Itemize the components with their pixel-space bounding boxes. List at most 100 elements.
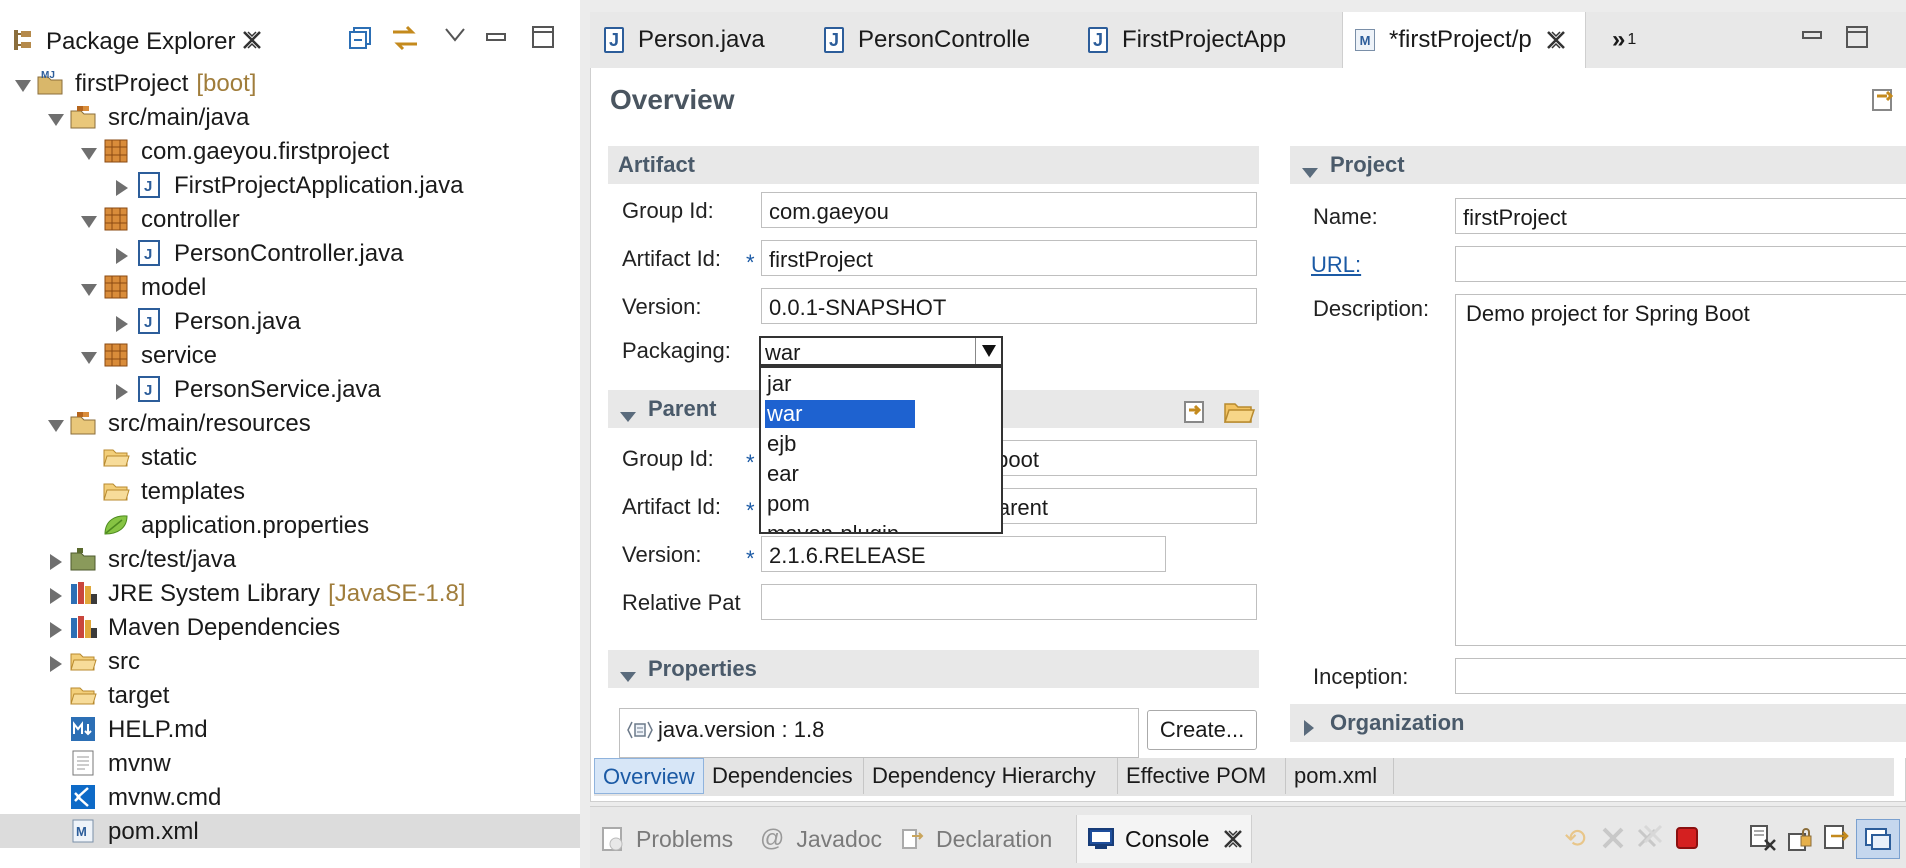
collapsed-twisty-icon[interactable]	[113, 312, 131, 332]
page-tab-overview[interactable]: Overview	[594, 758, 704, 794]
editor-tab-person[interactable]: J Person.java	[596, 12, 816, 68]
link-icon[interactable]: ⟲	[1560, 823, 1590, 853]
packaging-select[interactable]: war	[759, 336, 1003, 366]
project-description-textarea[interactable]: Demo project for Spring Boot	[1455, 294, 1906, 646]
packaging-option[interactable]: pom	[765, 490, 810, 518]
close-icon[interactable]	[240, 28, 264, 52]
view-menu-icon[interactable]	[444, 26, 466, 44]
artifact-version-input[interactable]: 0.0.1-SNAPSHOT	[761, 288, 1257, 324]
remove-launch-icon[interactable]	[1598, 823, 1628, 853]
tree-item[interactable]: J PersonController.java	[0, 236, 580, 270]
collapsed-twisty-icon[interactable]	[113, 380, 131, 400]
tree-item[interactable]: model	[0, 270, 580, 304]
tree-item[interactable]: service	[0, 338, 580, 372]
expanded-twisty-icon[interactable]	[14, 74, 32, 92]
tree-item[interactable]: static	[0, 440, 580, 474]
tree-item[interactable]: src	[0, 644, 580, 678]
page-tab-dependency-hierarchy[interactable]: Dependency Hierarchy	[864, 758, 1118, 794]
organization-section-header[interactable]: Organization	[1290, 704, 1906, 742]
link-with-editor-icon[interactable]	[390, 24, 420, 54]
minimize-icon[interactable]	[1802, 28, 1822, 39]
editor-overflow-button[interactable]: » 1	[1612, 12, 1672, 68]
page-tab-pom-xml[interactable]: pom.xml	[1286, 758, 1394, 794]
expanded-twisty-icon[interactable]	[80, 142, 98, 160]
collapsed-twisty-icon[interactable]	[1304, 716, 1316, 736]
tree-item[interactable]: application.properties	[0, 508, 580, 542]
tree-item[interactable]: com.gaeyou.firstproject	[0, 134, 580, 168]
expanded-twisty-icon[interactable]	[80, 210, 98, 228]
package-explorer-tab[interactable]: Package Explorer	[0, 12, 276, 68]
tree-item[interactable]: mvnw	[0, 746, 580, 780]
packaging-option[interactable]: maven-plugin	[765, 520, 899, 532]
tree-item[interactable]: templates	[0, 474, 580, 508]
collapsed-twisty-icon[interactable]	[47, 550, 65, 570]
tree-item[interactable]: JRE System Library [JavaSE-1.8]	[0, 576, 580, 610]
tree-item[interactable]: MJ firstProject [boot]	[0, 66, 580, 100]
artifact-group-id-input[interactable]: com.gaeyou	[761, 192, 1257, 228]
tree-item[interactable]: src/main/resources	[0, 406, 580, 440]
tree-item[interactable]: J FirstProjectApplication.java	[0, 168, 580, 202]
packaging-option-selected[interactable]: war	[765, 400, 915, 428]
select-parent-icon[interactable]	[1179, 396, 1209, 426]
artifact-id-input[interactable]: firstProject	[761, 240, 1257, 276]
expanded-twisty-icon[interactable]	[47, 414, 65, 432]
property-item[interactable]: java.version : 1.8	[626, 715, 824, 745]
collapsed-twisty-icon[interactable]	[113, 244, 131, 264]
tree-item[interactable]: src/test/java	[0, 542, 580, 576]
expanded-twisty-icon[interactable]	[620, 404, 636, 422]
clear-console-icon[interactable]	[1748, 823, 1778, 853]
tab-declaration[interactable]: Declaration	[900, 815, 1070, 863]
editor-tab-firstprojectapp[interactable]: J FirstProjectApp	[1080, 12, 1302, 68]
project-url-link[interactable]: URL:	[1311, 252, 1361, 278]
editor-tab-personcontroller[interactable]: J PersonControlle	[816, 12, 1036, 68]
maximize-icon[interactable]	[532, 26, 554, 48]
scroll-lock-icon[interactable]	[1786, 823, 1816, 853]
collapsed-twisty-icon[interactable]	[113, 176, 131, 196]
collapsed-twisty-icon[interactable]	[47, 584, 65, 604]
tree-item[interactable]: J Person.java	[0, 304, 580, 338]
terminate-icon[interactable]	[1672, 823, 1702, 853]
word-wrap-icon[interactable]	[1822, 823, 1852, 853]
packaging-option[interactable]: ear	[765, 460, 799, 488]
expanded-twisty-icon[interactable]	[47, 108, 65, 126]
close-icon[interactable]	[1221, 827, 1245, 851]
page-tab-effective-pom[interactable]: Effective POM	[1118, 758, 1286, 794]
chevron-down-icon[interactable]	[975, 338, 1001, 364]
packaging-dropdown-list[interactable]: jar war ejb ear pom maven-plugin	[759, 366, 1003, 534]
tree-item[interactable]: HELP.md	[0, 712, 580, 746]
open-folder-icon[interactable]	[1223, 396, 1256, 426]
close-icon[interactable]	[1544, 28, 1568, 52]
tree-item[interactable]: src/main/java	[0, 100, 580, 134]
editor-tab-pom-active[interactable]: M *firstProject/p	[1342, 12, 1586, 68]
expanded-twisty-icon[interactable]	[80, 346, 98, 364]
minimize-icon[interactable]	[486, 30, 506, 41]
pin-console-icon[interactable]	[1856, 819, 1900, 859]
tab-console-active[interactable]: Console	[1076, 815, 1252, 863]
packaging-option[interactable]: ejb	[765, 430, 796, 458]
expanded-twisty-icon[interactable]	[80, 278, 98, 296]
project-inception-input[interactable]	[1455, 658, 1906, 694]
tree-item[interactable]: J PersonService.java	[0, 372, 580, 406]
tree-item[interactable]: Mpom.xml	[0, 814, 580, 848]
tree-item[interactable]: controller	[0, 202, 580, 236]
page-tab-dependencies[interactable]: Dependencies	[704, 758, 864, 794]
tree-item[interactable]: mvnw.cmd	[0, 780, 580, 814]
project-name-input[interactable]: firstProject	[1455, 198, 1906, 234]
collapsed-twisty-icon[interactable]	[47, 618, 65, 638]
refresh-pom-icon[interactable]	[1867, 84, 1897, 114]
tab-problems[interactable]: Problems	[598, 815, 738, 863]
project-url-input[interactable]	[1455, 246, 1906, 282]
parent-version-input[interactable]: 2.1.6.RELEASE	[761, 536, 1166, 572]
relative-path-input[interactable]	[761, 584, 1257, 620]
expanded-twisty-icon[interactable]	[1302, 160, 1318, 178]
maximize-icon[interactable]	[1846, 26, 1868, 48]
remove-all-terminated-icon[interactable]	[1634, 823, 1664, 853]
create-property-button[interactable]: Create...	[1147, 710, 1257, 750]
collapsed-twisty-icon[interactable]	[47, 652, 65, 672]
expanded-twisty-icon[interactable]	[620, 664, 636, 682]
tab-javadoc[interactable]: @ Javadoc	[760, 815, 890, 863]
tree-item[interactable]: Maven Dependencies	[0, 610, 580, 644]
packaging-option[interactable]: jar	[765, 370, 791, 398]
tree-item[interactable]: target	[0, 678, 580, 712]
collapse-all-icon[interactable]	[348, 26, 374, 52]
